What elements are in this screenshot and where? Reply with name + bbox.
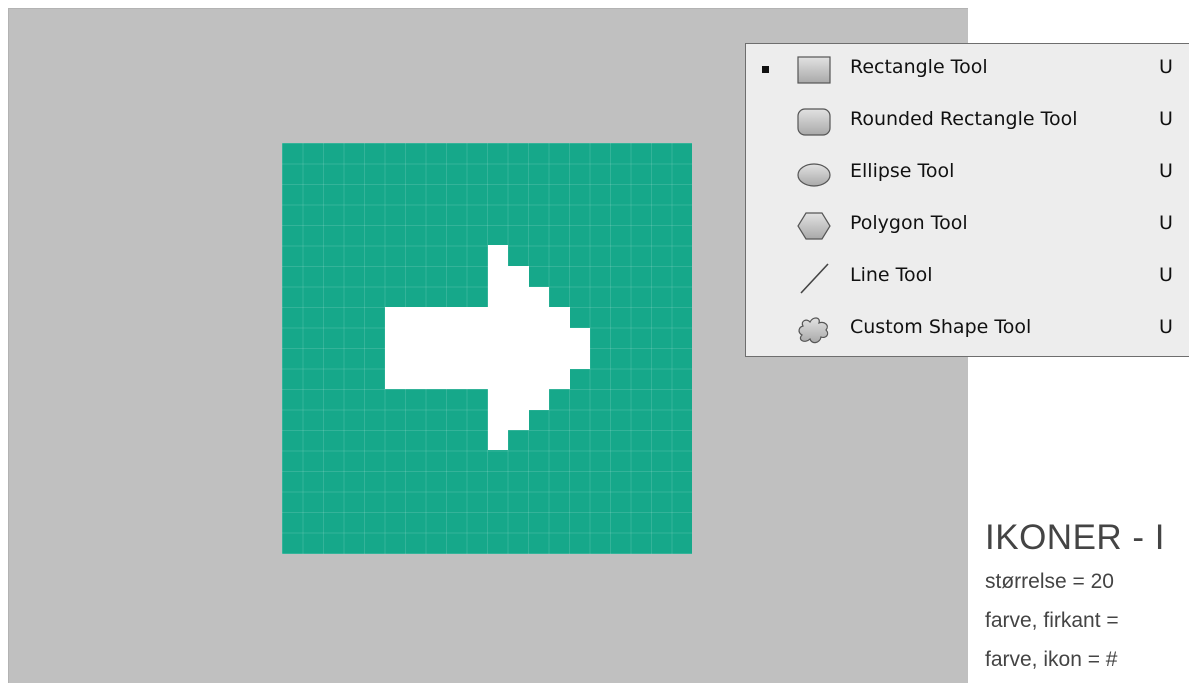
custom-shape-icon [798,317,829,344]
ellipse-icon [797,163,831,187]
right-arrow-icon [385,245,590,450]
menu-item-shortcut: U [1159,212,1173,234]
menu-item-label: Ellipse Tool [850,160,955,182]
shape-tool-menu: Rectangle Tool U Rounded Rectangle Tool … [745,43,1189,357]
rounded-rectangle-icon [797,108,831,136]
screenshot-root: Rectangle Tool U Rounded Rectangle Tool … [0,0,1189,683]
notes-line: størrelse = 20 [985,570,1114,593]
menu-item-shortcut: U [1159,264,1173,286]
menu-item-label: Line Tool [850,264,933,286]
menu-item-shortcut: U [1159,108,1173,130]
menu-item-custom-shape-tool[interactable]: Custom Shape Tool U [746,304,1189,354]
notes-line: farve, firkant = [985,609,1119,632]
menu-item-shortcut: U [1159,160,1173,182]
line-icon [800,263,829,294]
menu-item-shortcut: U [1159,316,1173,338]
menu-item-ellipse-tool[interactable]: Ellipse Tool U [746,148,1189,198]
menu-item-polygon-tool[interactable]: Polygon Tool U [746,200,1189,250]
selected-check-icon [762,66,769,73]
menu-item-rounded-rectangle-tool[interactable]: Rounded Rectangle Tool U [746,96,1189,146]
polygon-icon [797,212,831,240]
notes-line: farve, ikon = # [985,648,1118,671]
menu-item-rectangle-tool[interactable]: Rectangle Tool U [746,44,1189,94]
menu-item-label: Rectangle Tool [850,56,988,78]
menu-item-shortcut: U [1159,56,1173,78]
menu-item-label: Polygon Tool [850,212,968,234]
menu-item-label: Rounded Rectangle Tool [850,108,1078,130]
menu-item-line-tool[interactable]: Line Tool U [746,252,1189,302]
menu-item-label: Custom Shape Tool [850,316,1032,338]
rectangle-icon [797,56,831,84]
notes-title: IKONER - I [985,518,1166,557]
notes-panel: IKONER - I størrelse = 20 farve, firkant… [985,518,1189,683]
